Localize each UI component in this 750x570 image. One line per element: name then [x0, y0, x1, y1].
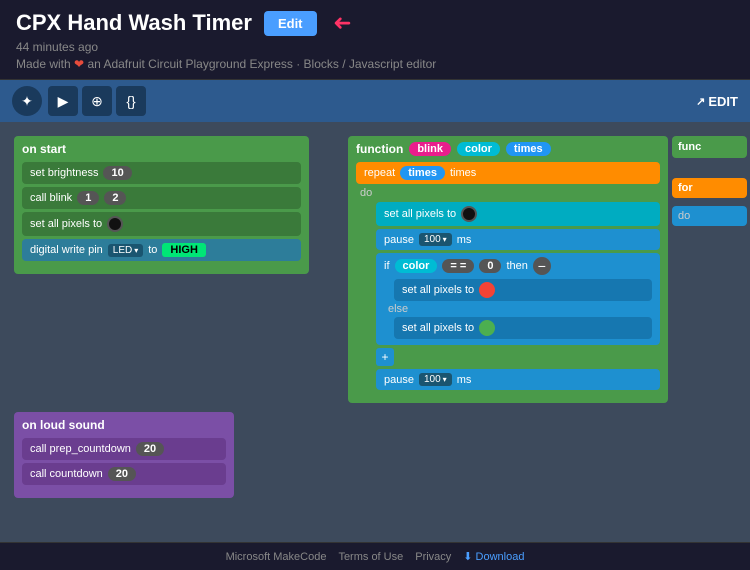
times-param: times: [506, 142, 551, 156]
footer: Microsoft MakeCode Terms of Use Privacy …: [0, 542, 750, 570]
high-value: HIGH: [162, 243, 206, 257]
page-title: CPX Hand Wash Timer: [16, 10, 252, 36]
func-blink-block[interactable]: function blink color times repeat times …: [348, 136, 668, 403]
set-all-green-block[interactable]: set all pixels to: [394, 317, 652, 339]
timestamp: 44 minutes ago: [16, 40, 734, 54]
header: CPX Hand Wash Timer Edit ➜ 44 minutes ag…: [0, 0, 750, 80]
edit-link[interactable]: ↗ EDIT: [696, 94, 738, 109]
blink-arg1: 1: [77, 191, 99, 205]
toolbar-controls: ▶ ⊕ {}: [48, 86, 146, 116]
green-circle: [479, 320, 495, 336]
black-circle-inner: [461, 206, 477, 222]
color-param: color: [457, 142, 500, 156]
call-prep-countdown-block[interactable]: call prep_countdown 20: [22, 438, 226, 460]
arrow-indicator: ➜: [333, 10, 351, 36]
logo-icon: ✦: [12, 86, 42, 116]
black-color-circle: [107, 216, 123, 232]
hardware-button[interactable]: ⊕: [82, 86, 112, 116]
heart-icon: ❤: [74, 57, 87, 71]
on-loud-sound-label: on loud sound: [22, 418, 226, 432]
privacy-link[interactable]: Privacy: [415, 551, 451, 563]
set-all-pixels-black-block[interactable]: set all pixels to: [22, 212, 301, 236]
countdown-val: 20: [108, 467, 136, 481]
do-label: do: [356, 187, 660, 199]
external-link-icon: ↗: [696, 95, 705, 108]
zero-pill: 0: [479, 259, 501, 273]
call-countdown-block[interactable]: call countdown 20: [22, 463, 226, 485]
call-blink-block[interactable]: call blink 1 2: [22, 187, 301, 209]
dropdown-arrow-icon-2: ▾: [443, 375, 447, 384]
on-start-label: on start: [22, 142, 301, 156]
digital-write-block[interactable]: digital write pin LED ▾ to HIGH: [22, 239, 301, 261]
made-with: Made with ❤ an Adafruit Circuit Playgrou…: [16, 57, 734, 71]
do-right-block: do: [672, 206, 747, 226]
set-brightness-block[interactable]: set brightness 10: [22, 162, 301, 184]
eq-pill: = =: [442, 259, 474, 273]
header-top: CPX Hand Wash Timer Edit ➜: [16, 10, 734, 36]
pause-block-2[interactable]: pause 100 ▾ ms: [376, 369, 660, 390]
if-block[interactable]: if color = = 0 then − set all pixels to …: [376, 253, 660, 345]
toolbar-left: ✦ ▶ ⊕ {}: [12, 86, 146, 116]
download-button[interactable]: ⬇ Download: [463, 550, 524, 563]
pause-val-select[interactable]: 100 ▾: [419, 233, 452, 246]
led-select[interactable]: LED ▾: [108, 244, 143, 257]
func-right-block: func: [672, 136, 747, 158]
red-circle: [479, 282, 495, 298]
canvas-area: on start set brightness 10 call blink 1 …: [0, 122, 750, 542]
repeat-block[interactable]: repeat times times: [356, 162, 660, 184]
else-label: else: [384, 303, 652, 315]
terms-link[interactable]: Terms of Use: [338, 551, 403, 563]
minus-button[interactable]: −: [533, 257, 551, 275]
blink-arg2: 2: [104, 191, 126, 205]
for-right-block: for: [672, 178, 747, 198]
blink-func-name: blink: [409, 142, 451, 156]
plus-button[interactable]: +: [376, 348, 394, 366]
pause-val-select-2[interactable]: 100 ▾: [419, 373, 452, 386]
microsoft-makecode-link[interactable]: Microsoft MakeCode: [226, 551, 327, 563]
set-black-inner[interactable]: set all pixels to: [376, 202, 660, 226]
edit-button[interactable]: Edit: [264, 11, 317, 36]
code-button[interactable]: {}: [116, 86, 146, 116]
download-icon: ⬇: [463, 550, 472, 563]
on-start-block[interactable]: on start set brightness 10 call blink 1 …: [14, 136, 309, 274]
brightness-value: 10: [103, 166, 131, 180]
toolbar: ✦ ▶ ⊕ {} ↗ EDIT: [0, 80, 750, 122]
set-all-red-block[interactable]: set all pixels to: [394, 279, 652, 301]
times-repeat: times: [400, 166, 445, 180]
func-blink-header: function blink color times: [356, 142, 660, 156]
color-cmp-pill: color: [395, 259, 438, 273]
on-loud-sound-block[interactable]: on loud sound call prep_countdown 20 cal…: [14, 412, 234, 498]
prep-val: 20: [136, 442, 164, 456]
pause-block-1[interactable]: pause 100 ▾ ms: [376, 229, 660, 250]
dropdown-arrow-icon: ▾: [443, 235, 447, 244]
dropdown-arrow-icon: ▾: [134, 246, 138, 255]
play-button[interactable]: ▶: [48, 86, 78, 116]
